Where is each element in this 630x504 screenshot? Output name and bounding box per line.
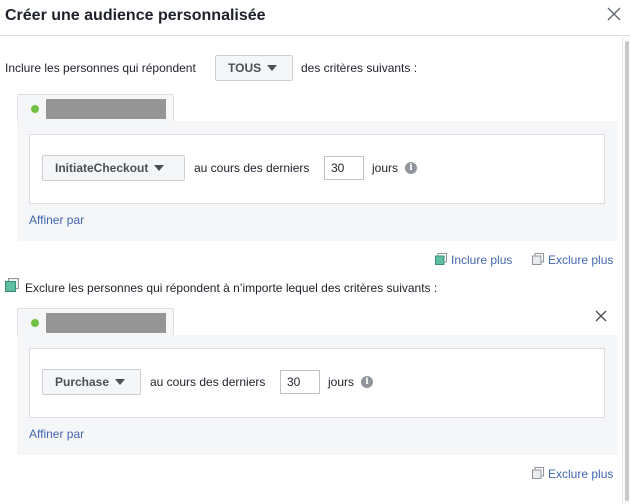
exclude-rule-card: Purchase au cours des derniers jours i: [29, 348, 605, 418]
exclude-more-icon: [532, 253, 544, 265]
match-type-value: TOUS: [228, 61, 262, 75]
redacted-source-name: [46, 99, 166, 119]
info-icon[interactable]: i: [361, 376, 373, 388]
chevron-down-icon: [115, 379, 126, 385]
exclude-section-icon: [5, 278, 19, 292]
include-suffix-text: des critères suivants :: [301, 61, 418, 75]
redacted-source-name: [46, 313, 166, 333]
exclude-during-label: au cours des derniers: [150, 375, 266, 389]
status-dot-icon: [31, 319, 39, 327]
include-rule-group: InitiateCheckout au cours des derniers j…: [17, 121, 617, 241]
include-days-input[interactable]: [324, 156, 364, 180]
exclude-days-input[interactable]: [280, 370, 320, 394]
include-days-unit: jours: [372, 161, 399, 175]
include-more-icon: [435, 253, 447, 265]
scrollbar[interactable]: [622, 37, 630, 504]
scrollbar-thumb[interactable]: [625, 41, 629, 501]
include-source-tab[interactable]: [17, 94, 174, 121]
include-more-link[interactable]: Inclure plus: [451, 253, 512, 267]
dialog-title: Créer une audience personnalisée: [5, 7, 266, 24]
exclude-refine-link[interactable]: Affiner par: [29, 427, 84, 441]
include-during-label: au cours des derniers: [194, 161, 310, 175]
chevron-down-icon: [267, 65, 278, 71]
include-rule-card: InitiateCheckout au cours des derniers j…: [29, 134, 605, 204]
exclude-event-value: Purchase: [55, 375, 110, 389]
chevron-down-icon: [154, 165, 165, 171]
dialog-header: Créer une audience personnalisée: [0, 0, 630, 36]
exclude-source-tab[interactable]: [17, 308, 174, 335]
include-event-value: InitiateCheckout: [55, 161, 149, 175]
exclude-event-dropdown[interactable]: Purchase: [42, 369, 141, 395]
info-icon[interactable]: i: [405, 162, 417, 174]
exclude-heading: Exclure les personnes qui répondent à n’…: [25, 281, 438, 295]
status-dot-icon: [31, 105, 39, 113]
exclude-more-icon: [532, 467, 544, 479]
exclude-more-link[interactable]: Exclure plus: [548, 253, 613, 267]
exclude-more-link-bottom[interactable]: Exclure plus: [548, 467, 613, 481]
match-type-dropdown[interactable]: TOUS: [215, 55, 293, 81]
exclude-days-unit: jours: [328, 375, 355, 389]
include-refine-link[interactable]: Affiner par: [29, 213, 84, 227]
include-event-dropdown[interactable]: InitiateCheckout: [42, 155, 185, 181]
include-prefix-text: Inclure les personnes qui répondent: [5, 61, 196, 75]
exclude-rule-group: Purchase au cours des derniers jours i A…: [17, 335, 617, 455]
close-icon[interactable]: [606, 6, 622, 22]
remove-exclusion-icon[interactable]: [594, 309, 608, 323]
